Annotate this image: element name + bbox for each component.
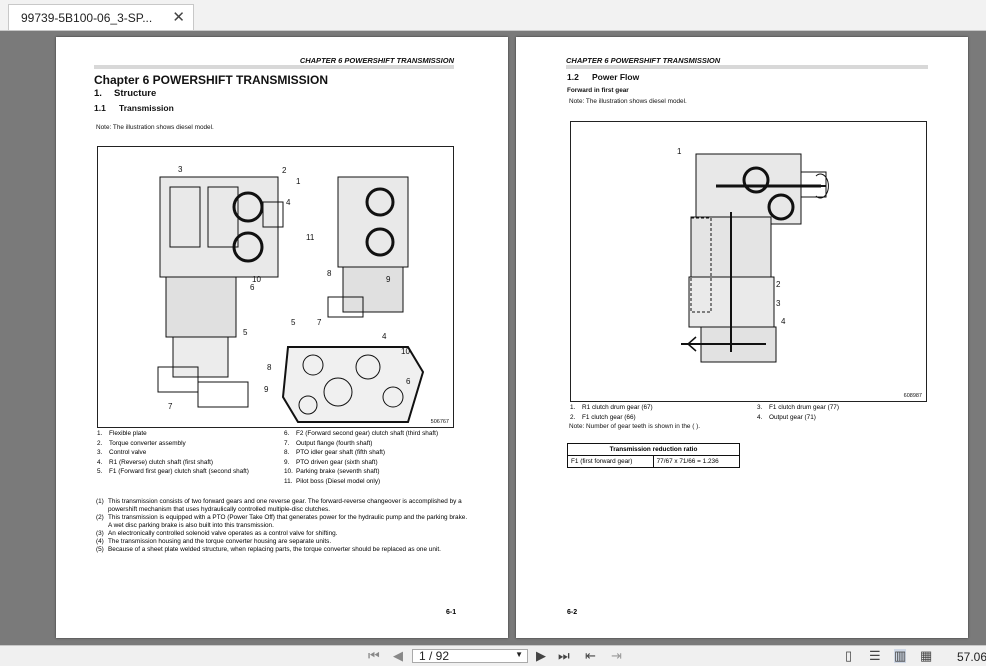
legend-item: 4. Output gear (71) bbox=[757, 413, 816, 421]
legend-item: 3. F1 clutch drum gear (77) bbox=[757, 404, 839, 411]
callout: 4 bbox=[286, 198, 291, 207]
legend-item: 6. F2 (Forward second gear) clutch shaft … bbox=[284, 430, 439, 437]
callout: 10 bbox=[401, 347, 410, 356]
legend-item: 1. Flexible plate bbox=[97, 430, 147, 437]
tab-title: 99739-5B100-06_3-SP... bbox=[21, 11, 153, 25]
description-paragraphs: (1) This transmission consists of two for… bbox=[96, 498, 476, 554]
callout: 3 bbox=[776, 299, 781, 308]
close-icon[interactable]: ✕ bbox=[172, 8, 185, 26]
legend-item: 9. PTO driven gear (sixth shaft) bbox=[284, 458, 378, 466]
callout: 3 bbox=[178, 165, 183, 174]
callout: 11 bbox=[306, 233, 315, 242]
legend-item: 8. PTO idler gear shaft (fifth shaft) bbox=[284, 449, 386, 456]
power-flow-illustration: 1 2 3 4 608987 bbox=[570, 121, 927, 402]
callout: 4 bbox=[382, 332, 387, 341]
section-title: Power Flow bbox=[592, 72, 640, 82]
callout: 6 bbox=[406, 377, 411, 386]
subsection-title: Transmission bbox=[119, 103, 174, 113]
page-6-1: CHAPTER 6 POWERSHIFT TRANSMISSION Chapte… bbox=[56, 37, 508, 638]
page-number: 6-1 bbox=[446, 609, 457, 616]
go-back-icon[interactable]: ⇤ bbox=[585, 649, 596, 663]
callout: 7 bbox=[168, 402, 173, 411]
running-header: CHAPTER 6 POWERSHIFT TRANSMISSION bbox=[566, 56, 928, 69]
previous-page-icon[interactable]: ◀ bbox=[393, 649, 403, 663]
paragraph: (3) An electronically controlled solenoid… bbox=[96, 530, 338, 537]
subtitle: Forward in first gear bbox=[567, 87, 629, 94]
subsection-number: 1.1 bbox=[94, 103, 106, 113]
illustration-note: Note: The illustration shows diesel mode… bbox=[96, 124, 214, 131]
first-page-icon[interactable]: ⏮ bbox=[368, 649, 380, 663]
page-number: 6-2 bbox=[567, 609, 578, 616]
callout: 1 bbox=[677, 147, 682, 156]
legend-right: 3. F1 clutch drum gear (77) 4. Output gear… bbox=[757, 403, 839, 422]
section-number: 1.2 bbox=[567, 72, 579, 82]
paragraph: (5) Because of a sheet plate welded struc… bbox=[96, 546, 441, 553]
illustration-note: Note: The illustration shows diesel mode… bbox=[569, 98, 687, 105]
legend-item: 7. Output flange (fourth shaft) bbox=[284, 439, 373, 447]
legend-right: 6. F2 (Forward second gear) clutch shaft … bbox=[284, 429, 438, 486]
callout: 9 bbox=[264, 385, 269, 394]
callout: 7 bbox=[317, 318, 322, 327]
table-row: F1 (first forward gear) 77/67 x 71/66 = … bbox=[567, 455, 741, 468]
callout: 8 bbox=[327, 269, 332, 278]
paragraph: A wet disc parking brake is also built i… bbox=[108, 522, 274, 529]
legend-item: 10. Parking brake (seventh shaft) bbox=[284, 468, 380, 475]
two-page-continuous-view-icon[interactable]: ▦ bbox=[920, 649, 932, 663]
callout: 1 bbox=[296, 177, 301, 186]
paragraph: (1) This transmission consists of two for… bbox=[96, 498, 462, 513]
callout: 2 bbox=[776, 280, 781, 289]
legend-item: 2. Torque converter assembly bbox=[97, 439, 186, 447]
callout: 5 bbox=[291, 318, 296, 327]
bottom-toolbar: ⏮ ◀ 1 / 92 ▼ ▶ ⏭ ⇤ ⇥ ▯ ☰ ▥ ▦ 57.06 bbox=[0, 645, 986, 666]
callout: 9 bbox=[386, 275, 391, 284]
callout: 2 bbox=[282, 166, 287, 175]
paragraph: (2) This transmission is equipped with a … bbox=[96, 514, 468, 521]
two-page-view-icon[interactable]: ▥ bbox=[894, 649, 907, 663]
go-forward-icon[interactable]: ⇥ bbox=[611, 649, 622, 663]
zoom-level[interactable]: 57.06 bbox=[957, 650, 986, 664]
next-page-icon[interactable]: ▶ bbox=[536, 649, 546, 663]
legend-item: 4. R1 (Reverse) clutch shaft (first shaft… bbox=[97, 458, 214, 466]
transmission-drawing: 3 2 1 4 11 10 6 5 7 8 9 5 7 4 10 8 9 6 bbox=[157, 165, 425, 423]
section-number: 1. bbox=[94, 88, 102, 99]
running-header: CHAPTER 6 POWERSHIFT TRANSMISSION bbox=[94, 56, 454, 69]
figure-number: 608987 bbox=[903, 393, 922, 399]
legend-item: 3. Control valve bbox=[97, 449, 147, 456]
legend-left: 1. Flexible plate 2. Torque converter asse… bbox=[97, 429, 249, 477]
gear-teeth-note: Note: Number of gear teeth is shown in t… bbox=[569, 423, 701, 430]
document-viewer[interactable]: CHAPTER 6 POWERSHIFT TRANSMISSION Chapte… bbox=[0, 31, 986, 645]
paragraph: (4) The transmission housing and the torq… bbox=[96, 538, 332, 545]
legend-item: 11. Pilot boss (Diesel model only) bbox=[284, 477, 381, 485]
legend-left: 1. R1 clutch drum gear (67) 2. F1 clutch g… bbox=[570, 403, 653, 422]
chevron-down-icon: ▼ bbox=[515, 650, 523, 659]
power-flow-drawing: 1 2 3 4 bbox=[677, 147, 829, 363]
page-6-2: CHAPTER 6 POWERSHIFT TRANSMISSION 1.2 Po… bbox=[516, 37, 968, 638]
transmission-illustration: 3 2 1 4 11 10 6 5 7 8 9 5 7 4 10 8 9 6 5… bbox=[97, 146, 454, 428]
page-indicator: 1 / 92 bbox=[419, 649, 450, 663]
callout: 4 bbox=[781, 317, 786, 326]
callout: 8 bbox=[267, 363, 272, 372]
table-cell: 77/67 x 71/66 = 1.236 bbox=[652, 455, 741, 468]
page-selector[interactable]: 1 / 92 ▼ bbox=[412, 649, 528, 663]
legend-item: 5. F1 (Forward first gear) clutch shaft (… bbox=[97, 468, 249, 475]
document-tab[interactable]: 99739-5B100-06_3-SP... ✕ bbox=[8, 4, 194, 30]
reduction-ratio-table: Transmission reduction ratio F1 (first f… bbox=[567, 443, 741, 468]
table-cell: F1 (first forward gear) bbox=[567, 455, 654, 468]
callout: 5 bbox=[243, 328, 248, 337]
last-page-icon[interactable]: ⏭ bbox=[558, 649, 570, 663]
chapter-title: Chapter 6 POWERSHIFT TRANSMISSION bbox=[94, 73, 329, 87]
single-page-view-icon[interactable]: ▯ bbox=[845, 649, 852, 663]
legend-item: 2. F1 clutch gear (66) bbox=[570, 413, 636, 421]
continuous-view-icon[interactable]: ☰ bbox=[869, 649, 881, 663]
tab-bar: 99739-5B100-06_3-SP... ✕ bbox=[0, 0, 986, 31]
legend-item: 1. R1 clutch drum gear (67) bbox=[570, 404, 653, 411]
figure-number: 506767 bbox=[430, 419, 449, 425]
section-title: Structure bbox=[114, 88, 157, 99]
table-title: Transmission reduction ratio bbox=[567, 443, 740, 456]
callout: 6 bbox=[250, 283, 255, 292]
